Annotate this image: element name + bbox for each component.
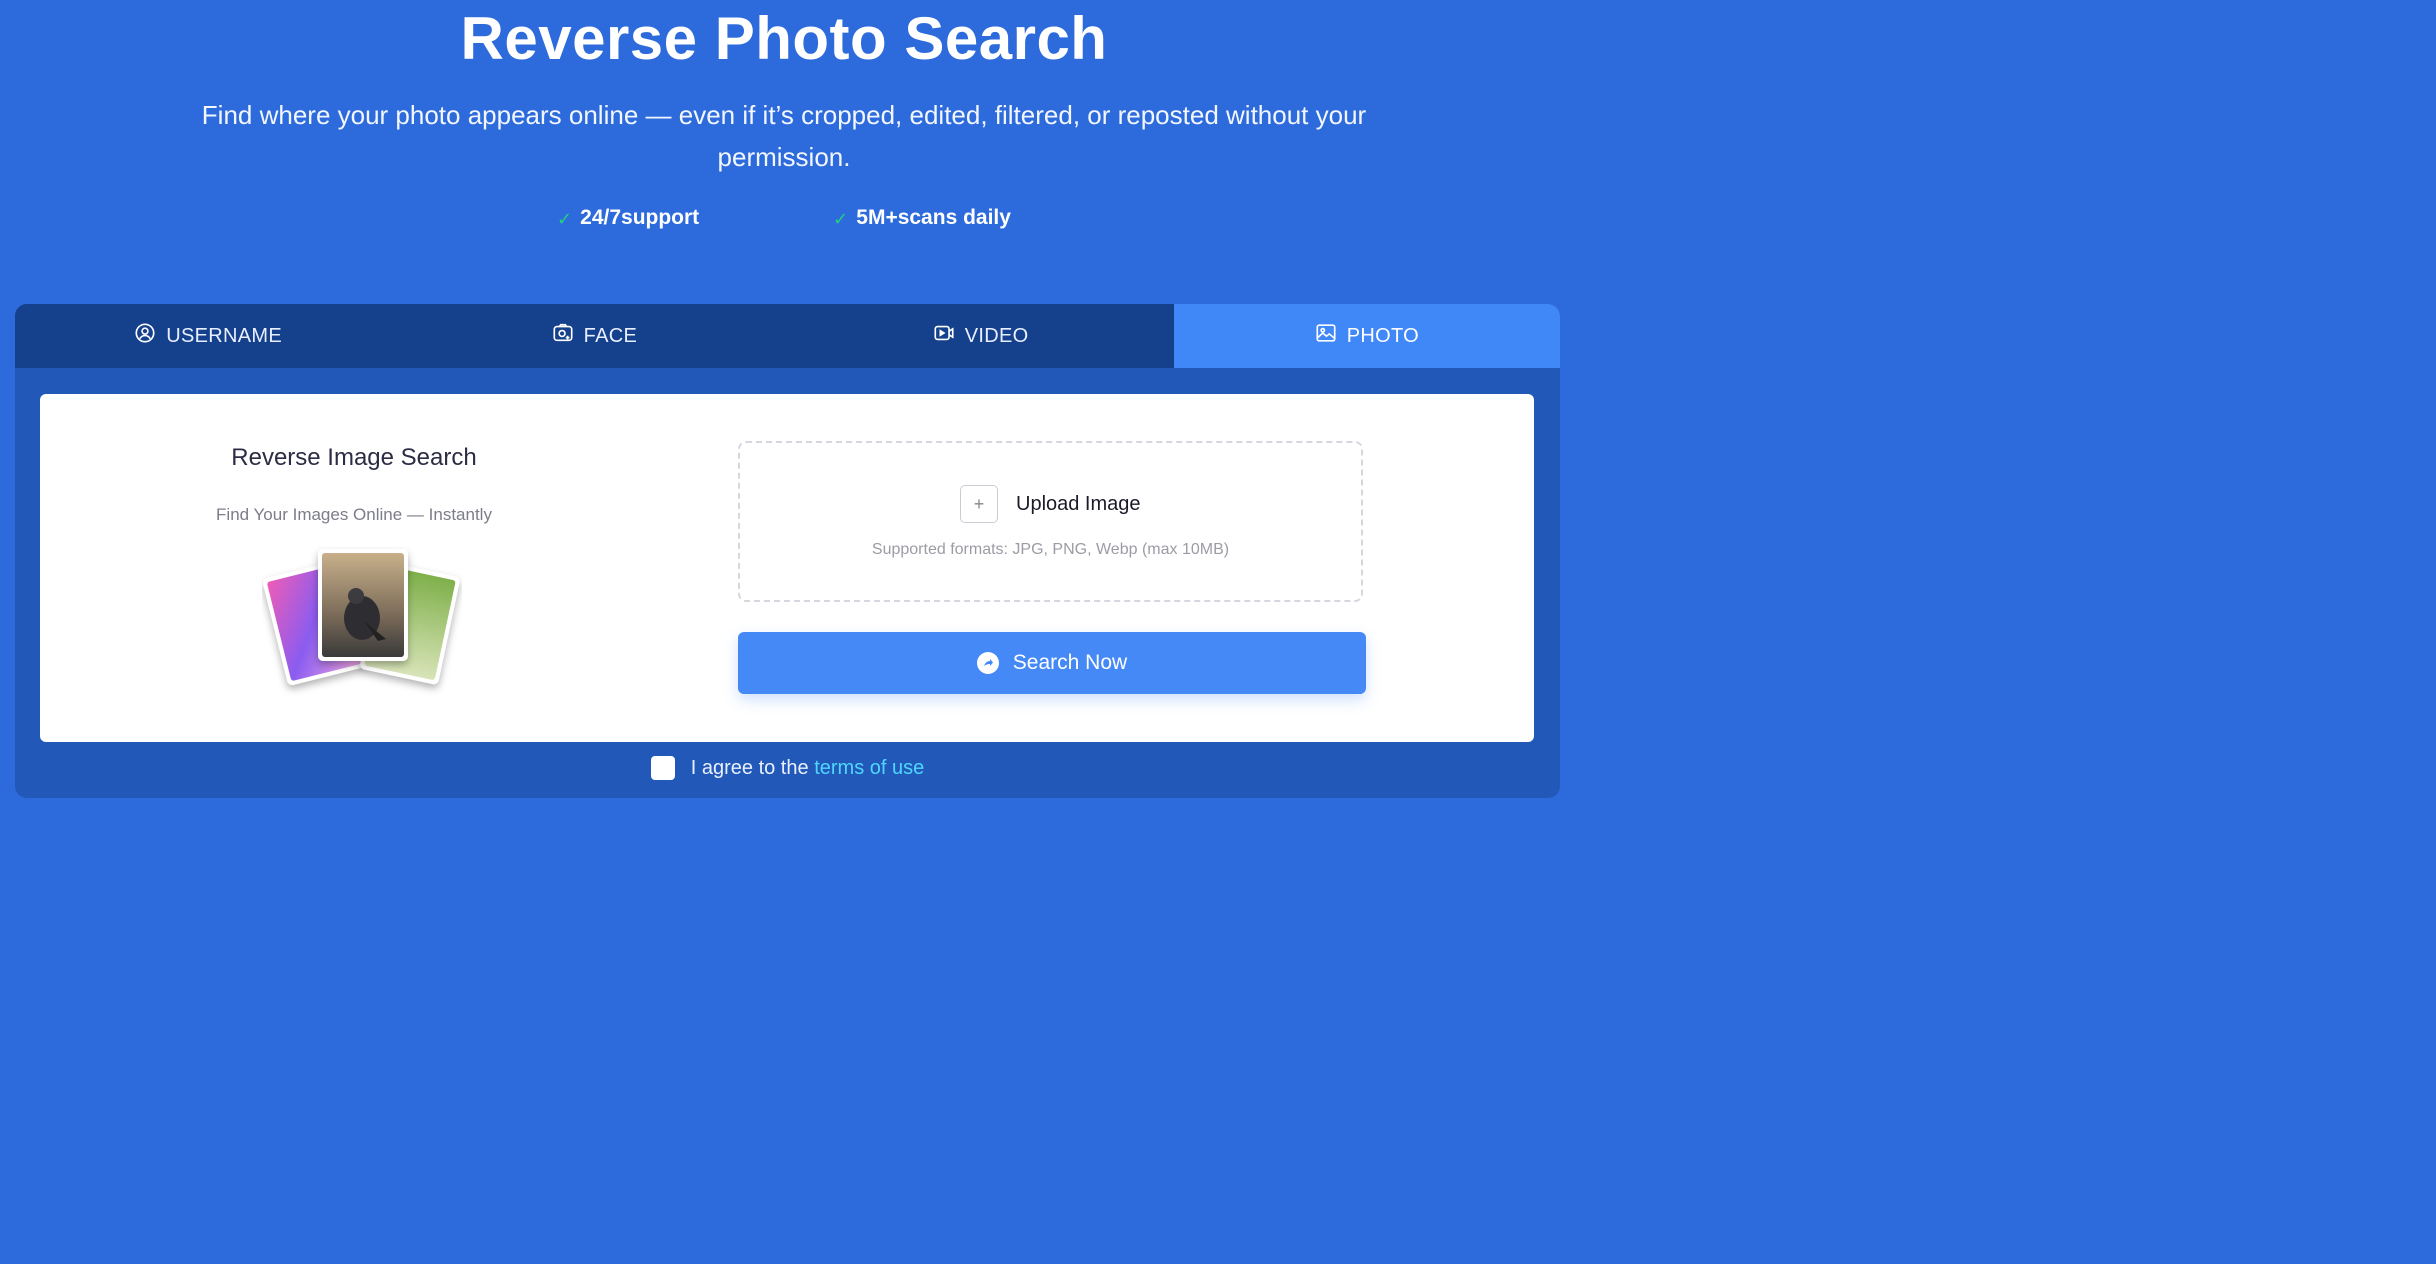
feature-item: ✓ 24/7support	[557, 206, 699, 230]
tab-username[interactable]: USERNAME	[15, 304, 401, 368]
feature-label: 24/7support	[580, 206, 700, 229]
agree-checkbox[interactable]	[650, 756, 675, 780]
card-subtitle: Find Your Images Online — Instantly	[216, 505, 492, 524]
arrow-circle-icon	[976, 652, 999, 674]
search-panel: USERNAME FACE VIDEO PHOTO Reverse Image …	[15, 304, 1560, 798]
tab-label: USERNAME	[166, 324, 282, 347]
supported-formats: Supported formats: JPG, PNG, Webp (max 1…	[871, 541, 1230, 558]
terms-agreement: I agree to the terms of use	[15, 756, 1560, 780]
check-icon: ✓	[833, 208, 849, 229]
tab-label: VIDEO	[964, 324, 1029, 347]
tab-face[interactable]: FACE	[401, 304, 787, 368]
plus-icon[interactable]: +	[960, 485, 998, 523]
hero-subtitle: Find where your photo appears online — e…	[201, 100, 1367, 172]
terms-link[interactable]: terms of use	[814, 757, 924, 779]
user-circle-icon	[134, 322, 156, 350]
feature-list: ✓ 24/7support ✓ 5M+scans daily	[0, 206, 1568, 230]
agree-text: I agree to the	[690, 756, 809, 779]
card-title: Reverse Image Search	[231, 444, 477, 471]
photo-stack-illustration	[262, 546, 462, 696]
image-icon	[1315, 322, 1337, 350]
hero-title: Reverse Photo Search	[460, 5, 1108, 72]
feature-label: 5M+scans daily	[856, 206, 1011, 229]
search-button-label: Search Now	[1012, 651, 1128, 674]
check-icon: ✓	[557, 208, 573, 229]
video-icon	[933, 322, 955, 350]
tab-bar: USERNAME FACE VIDEO PHOTO	[15, 304, 1560, 368]
search-now-button[interactable]: Search Now	[738, 632, 1366, 694]
tab-photo[interactable]: PHOTO	[1173, 304, 1560, 368]
upload-dropzone[interactable]: + Upload Image Supported formats: JPG, P…	[738, 441, 1363, 602]
upload-label: Upload Image	[1016, 493, 1141, 515]
search-card: Reverse Image Search Find Your Images On…	[40, 394, 1534, 742]
tab-label: FACE	[583, 324, 638, 347]
face-scan-icon	[552, 322, 574, 350]
tab-label: PHOTO	[1346, 324, 1419, 347]
tab-video[interactable]: VIDEO	[788, 304, 1174, 368]
feature-item: ✓ 5M+scans daily	[833, 206, 1011, 230]
